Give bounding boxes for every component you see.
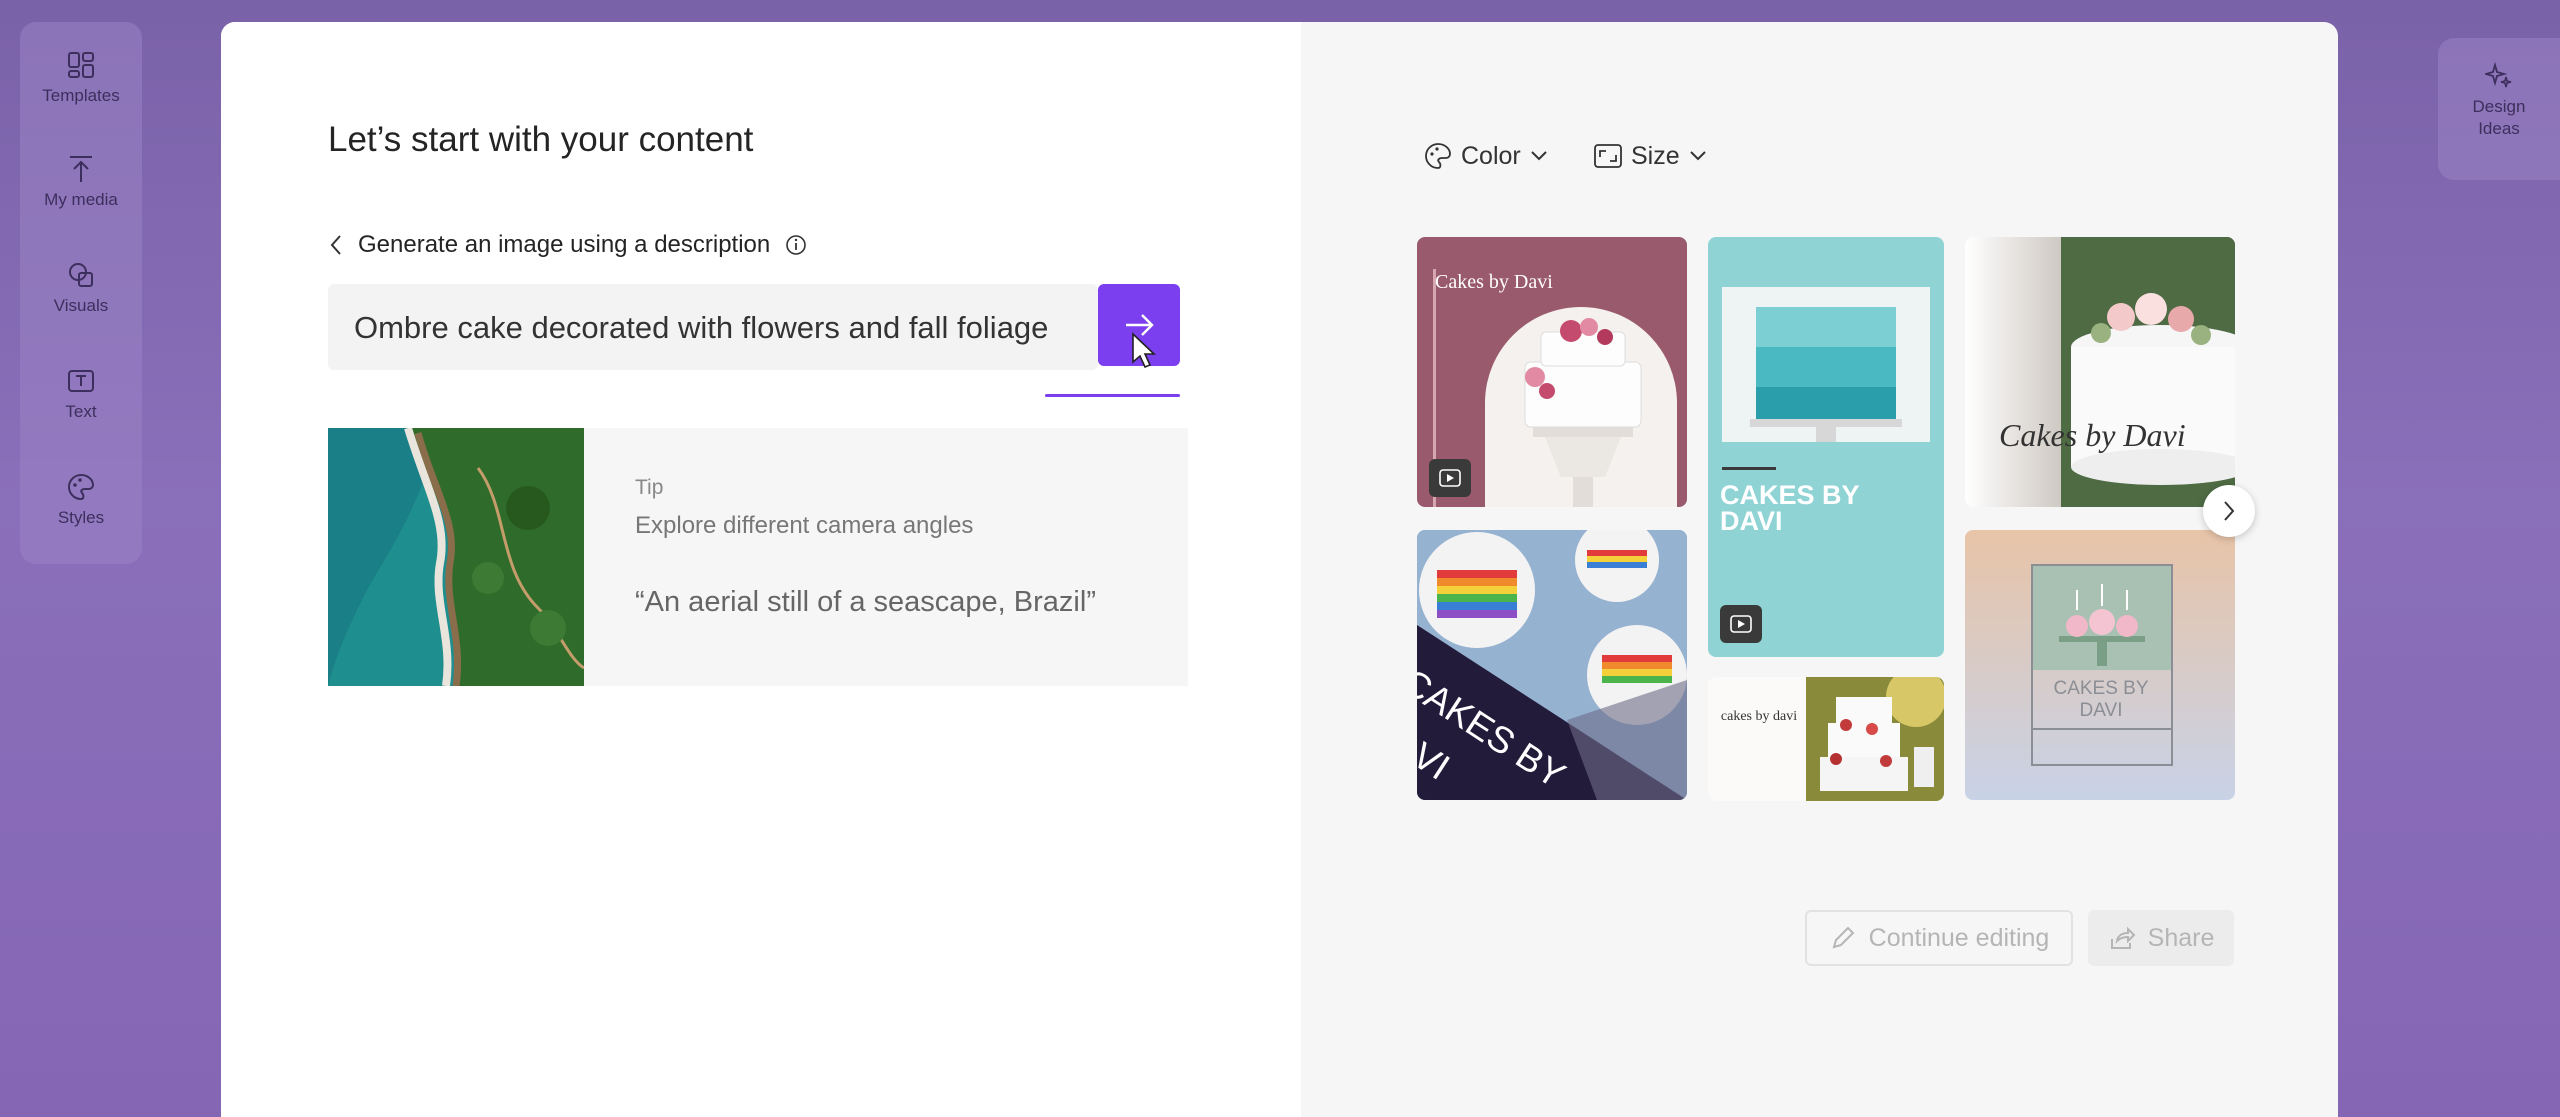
share-label: Share	[2147, 923, 2215, 952]
rail-label: Text	[65, 402, 97, 421]
chevron-left-icon	[330, 235, 341, 255]
palette-icon	[1425, 143, 1451, 169]
chevron-right-icon	[2224, 501, 2235, 521]
continue-editing-button[interactable]: Continue editing	[1805, 910, 2073, 966]
design-card-5[interactable]: cakes by davi	[1708, 677, 1944, 801]
rail-label: My media	[44, 190, 118, 209]
cupcake-image	[2033, 566, 2171, 670]
back-button[interactable]: Generate an image using a description	[328, 228, 808, 262]
share-icon	[2110, 926, 2136, 949]
rail-item-templates[interactable]: Templates	[20, 50, 142, 106]
upload-icon	[70, 156, 92, 182]
design-card-6[interactable]: CAKES BY DAVI	[1965, 530, 2235, 800]
sparkle-icon	[2485, 62, 2512, 88]
accent-line	[1722, 467, 1776, 470]
rail-label: Templates	[42, 86, 120, 105]
next-designs-button[interactable]	[2203, 485, 2255, 537]
size-label: Size	[1631, 141, 1680, 170]
video-badge	[1720, 605, 1762, 643]
card-title: CAKES BY DAVI	[2053, 678, 2149, 721]
pencil-icon	[1832, 926, 1855, 949]
create-dialog: Let’s start with your content Generate a…	[221, 22, 2338, 1117]
templates-icon	[68, 52, 94, 78]
card-title: cakes by davi	[1720, 709, 1798, 724]
color-label: Color	[1461, 141, 1521, 170]
design-ideas-button[interactable]: Design Ideas	[2438, 38, 2560, 180]
shapes-icon	[69, 263, 93, 287]
continue-label: Continue editing	[1868, 923, 2050, 952]
design-ideas-label: Design Ideas	[2472, 97, 2526, 138]
cake-image	[2061, 237, 2235, 507]
size-dropdown[interactable]: Size	[1593, 136, 1708, 176]
text-panel	[1708, 677, 1806, 801]
dialog-title: Let’s start with your content	[328, 120, 754, 159]
card-title: CAKES BY DAVI	[1720, 480, 1860, 536]
seascape-image	[328, 428, 584, 686]
tip-quote: “An aerial still of a seascape, Brazil”	[635, 586, 1096, 618]
prompt-text[interactable]: Ombre cake decorated with flowers and fa…	[354, 310, 1048, 346]
tip-card: Tip Explore different camera angles “An …	[328, 428, 1188, 686]
rail-item-text[interactable]: Text	[20, 366, 142, 422]
card-title: Cakes by Davi	[1435, 271, 1553, 293]
design-card-1[interactable]: Cakes by Davi	[1417, 237, 1687, 507]
card-title: Cakes by Davi	[1999, 417, 2186, 453]
color-dropdown[interactable]: Color	[1423, 136, 1549, 176]
progress-bar	[1045, 394, 1180, 397]
rail-item-styles[interactable]: Styles	[20, 472, 142, 528]
divider	[2033, 728, 2171, 730]
video-badge	[1429, 459, 1471, 497]
prompt-input[interactable]: Ombre cake decorated with flowers and fa…	[328, 284, 1098, 370]
chevron-down-icon	[1689, 151, 1706, 161]
cake-image	[1806, 677, 1944, 801]
gradient-panel	[1965, 237, 2061, 507]
resize-icon	[1594, 144, 1622, 168]
tip-label: Tip	[635, 476, 664, 499]
mouse-cursor-icon	[1132, 332, 1156, 369]
chevron-down-icon	[1531, 151, 1547, 161]
design-card-2[interactable]: CAKES BY DAVI	[1708, 237, 1944, 657]
play-icon	[1439, 469, 1461, 487]
text-icon	[68, 370, 94, 392]
rail-item-visuals[interactable]: Visuals	[20, 260, 142, 316]
palette-icon	[68, 473, 95, 501]
design-card-3[interactable]: Cakes by Davi	[1965, 237, 2235, 507]
content-pane: Let’s start with your content Generate a…	[221, 22, 1301, 1117]
cake-image	[1485, 307, 1677, 507]
rail-label: Visuals	[53, 296, 109, 315]
tip-heading: Explore different camera angles	[635, 512, 974, 539]
rail-label: Styles	[57, 508, 105, 527]
play-icon	[1730, 615, 1752, 633]
design-card-4[interactable]: CAKES BY DAVI	[1417, 530, 1687, 800]
left-rail: Templates My media Visuals Text Styles	[20, 22, 142, 564]
cake-image	[1722, 287, 1930, 442]
rail-item-my-media[interactable]: My media	[20, 154, 142, 210]
share-button[interactable]: Share	[2088, 910, 2234, 966]
info-icon[interactable]	[784, 233, 808, 257]
back-label: Generate an image using a description	[358, 231, 771, 258]
